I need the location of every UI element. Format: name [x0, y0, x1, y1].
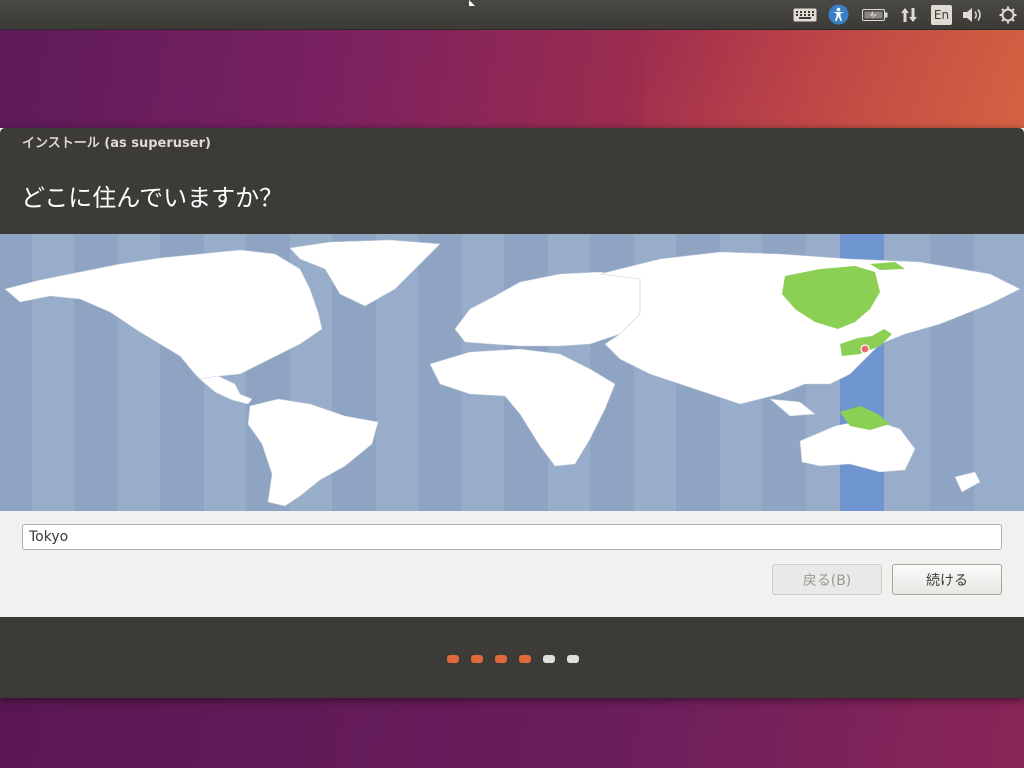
settings-gear-icon[interactable] — [997, 4, 1019, 25]
keyboard-layout-indicator[interactable]: En — [931, 5, 952, 25]
top-panel: En — [0, 0, 1024, 30]
progress-dot — [519, 655, 531, 663]
selected-city-marker — [860, 344, 870, 354]
location-input[interactable] — [22, 524, 1002, 550]
timezone-map[interactable] — [0, 234, 1024, 511]
battery-icon[interactable] — [861, 4, 889, 25]
mouse-cursor-icon — [469, 0, 475, 6]
progress-dot — [495, 655, 507, 663]
europe — [454, 271, 641, 347]
network-icon[interactable] — [899, 4, 919, 25]
progress-dot — [543, 655, 555, 663]
central-america — [199, 375, 253, 405]
wallpaper-bottom — [0, 698, 1024, 768]
progress-indicator — [447, 655, 579, 663]
volume-icon[interactable] — [962, 4, 984, 25]
back-button[interactable]: 戻る(B) — [772, 564, 882, 595]
progress-dot — [567, 655, 579, 663]
page-title: どこに住んでいますか？ — [21, 184, 284, 212]
installer-window: インストール (as superuser) どこに住んでいますか？ Tokyo … — [0, 128, 1024, 698]
world-map[interactable] — [0, 234, 1024, 511]
wallpaper-highlight — [644, 30, 1024, 140]
keyboard-icon[interactable] — [792, 4, 818, 25]
window-header: インストール (as superuser) どこに住んでいますか？ — [0, 128, 1024, 234]
window-title: インストール (as superuser) — [22, 136, 211, 151]
installer-footer — [0, 617, 1024, 698]
accessibility-icon[interactable] — [827, 4, 849, 25]
continue-button[interactable]: 続ける — [892, 564, 1002, 595]
progress-dot — [471, 655, 483, 663]
progress-dot — [447, 655, 459, 663]
